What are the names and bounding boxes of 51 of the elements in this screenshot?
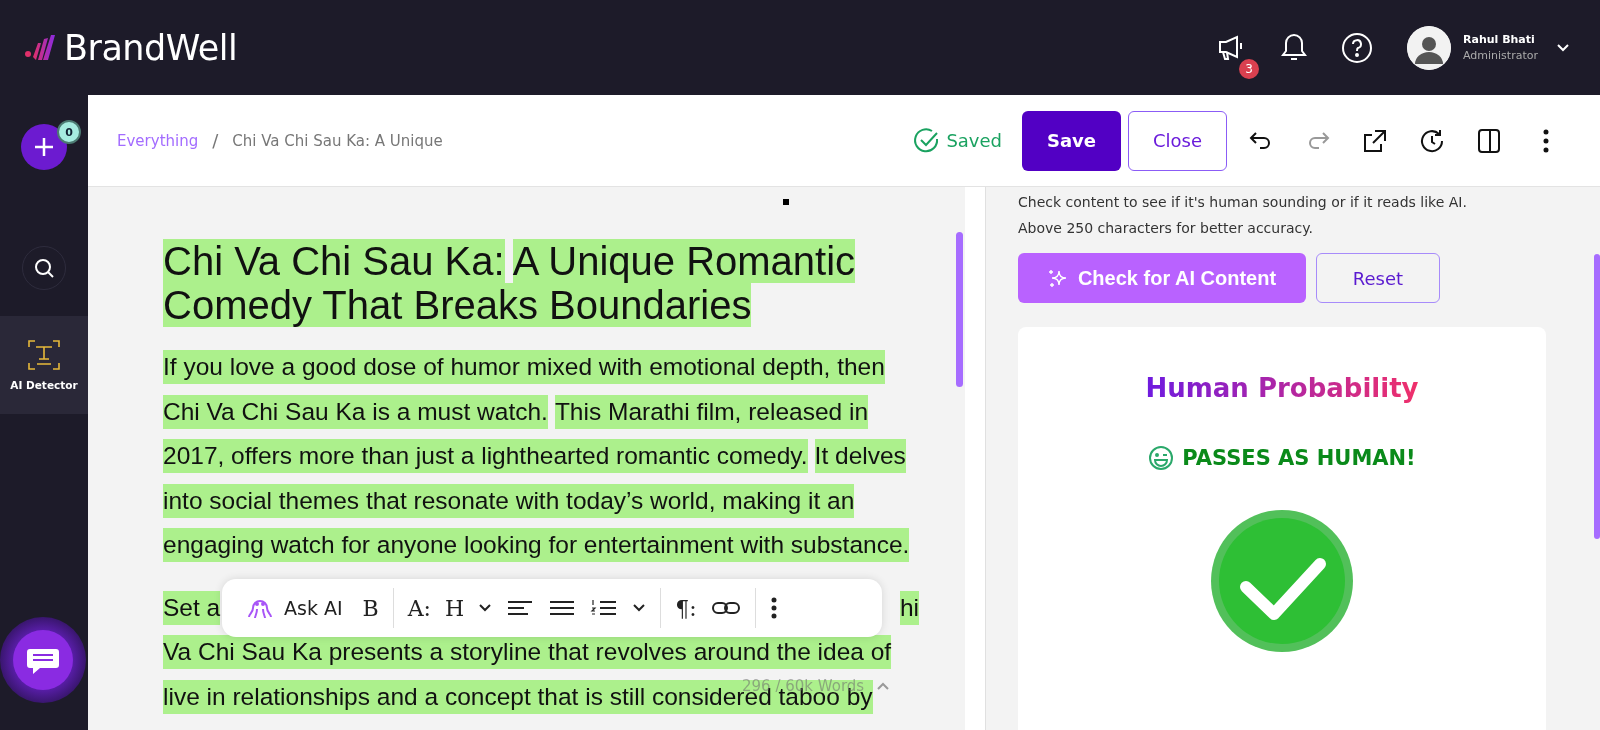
user-name: Rahul Bhati [1463, 33, 1536, 46]
scrollbar-thumb[interactable] [1594, 254, 1600, 539]
document-title: Comedy That Breaks Boundaries [163, 283, 752, 327]
panel-icon[interactable] [1475, 126, 1503, 155]
chat-icon [12, 629, 74, 691]
format-button[interactable]: B [362, 595, 379, 621]
breadcrumb-separator: / [212, 130, 219, 151]
notification-badge: 3 [1239, 58, 1259, 79]
new-button[interactable] [21, 124, 67, 170]
highlighted-sentence: 2017, offers more than just a lighthearted romantic comedy. [163, 439, 808, 474]
format-button[interactable]: A: [407, 595, 432, 621]
avatar-icon[interactable] [1407, 25, 1451, 70]
highlighted-sentence: It delves [814, 439, 906, 474]
chevron-up-icon[interactable] [876, 681, 891, 691]
plus-icon [33, 136, 55, 158]
document-title: Chi Va Chi Sau Ka: [163, 239, 505, 283]
brand-logo: BrandWell [64, 27, 238, 68]
format-button[interactable]: H [445, 595, 465, 621]
highlighted-sentence: This Marathi film, released in [554, 394, 869, 429]
logo-icon [24, 32, 56, 63]
more-icon[interactable] [769, 596, 778, 620]
detector-icon [27, 339, 61, 371]
ask-ai-button[interactable]: Ask AI [246, 594, 343, 622]
count-badge: 0 [57, 120, 81, 144]
highlighted-sentence: engaging watch for anyone looking for entertainment with substance. [163, 528, 910, 563]
scrollbar-thumb[interactable] [956, 232, 963, 387]
highlighted-sentence: If you love a good dose of humor mixed with emotional depth, then [163, 350, 885, 385]
close-button[interactable]: Close [1128, 110, 1227, 171]
sidebar-item[interactable]: AI Detector [0, 316, 88, 414]
hint-text: Above 250 characters for better accuracy. [1018, 219, 1314, 238]
highlighted-sentence: Set a [163, 590, 221, 625]
user-role: Administrator [1463, 49, 1538, 62]
saved-status: Saved [946, 130, 1002, 151]
reset-button[interactable]: Reset [1316, 253, 1440, 303]
search-icon [33, 257, 55, 279]
hint-text: Check content to see if it's human sounding or if it reads like AI. [1018, 193, 1468, 212]
cursor-mark [783, 199, 789, 205]
breadcrumb-link[interactable]: Everything [117, 131, 199, 150]
highlighted-sentence: Va Chi Sau Ka presents a storyline that revolves around the idea of [163, 635, 892, 670]
chevron-down-icon[interactable] [1556, 42, 1570, 53]
breadcrumb-current: Chi Va Chi Sau Ka: A Unique [232, 131, 443, 150]
save-button[interactable]: Save [1022, 110, 1121, 171]
highlighted-sentence: hi [899, 590, 919, 625]
format-button[interactable]: ¶: [675, 595, 697, 621]
verdict-text: PASSES AS HUMAN! [1182, 446, 1416, 470]
document-title: A Unique Romantic [512, 239, 856, 283]
help-icon[interactable] [1341, 31, 1373, 64]
highlighted-sentence: Chi Va Chi Sau Ka is a must watch. [163, 394, 548, 429]
check-circle-icon [912, 126, 941, 155]
sparkle-icon [1047, 268, 1068, 288]
highlighted-sentence: into social themes that resonate with today’s world, making it an [163, 483, 855, 518]
